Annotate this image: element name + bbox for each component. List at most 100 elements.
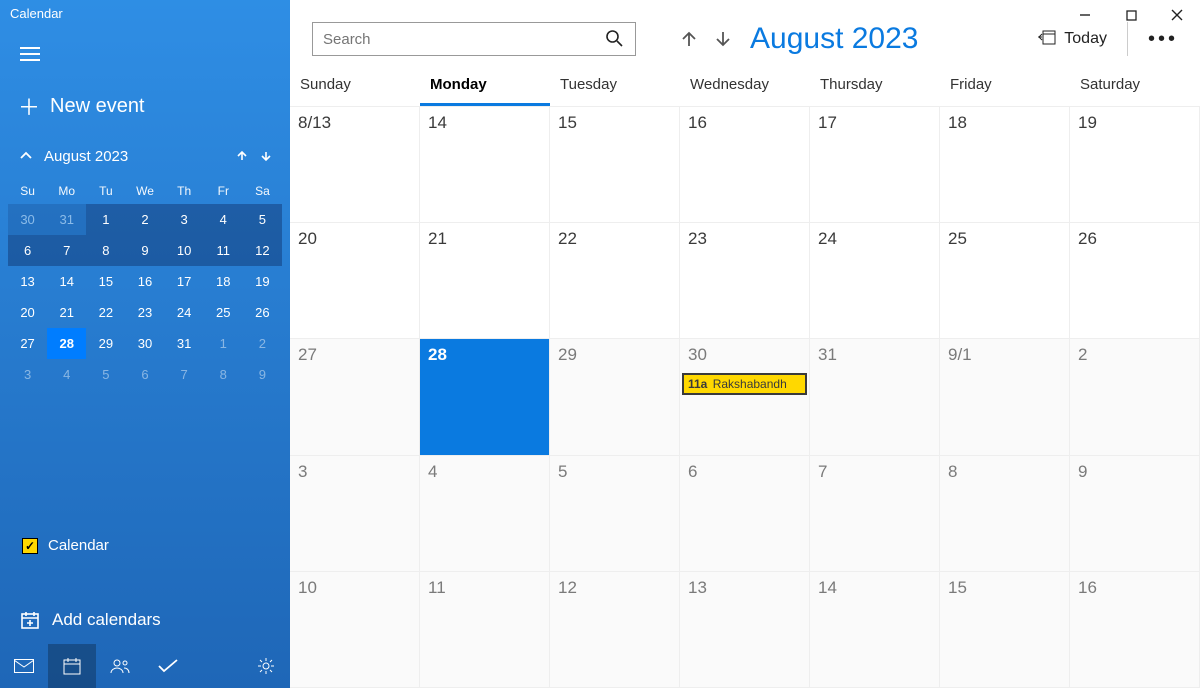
mini-day[interactable]: 4 bbox=[204, 204, 243, 235]
settings-icon[interactable] bbox=[242, 644, 290, 688]
day-cell[interactable]: 25 bbox=[940, 223, 1070, 339]
weekday-label[interactable]: Friday bbox=[940, 66, 1070, 106]
day-cell[interactable]: 24 bbox=[810, 223, 940, 339]
weekday-label[interactable]: Thursday bbox=[810, 66, 940, 106]
day-cell[interactable]: 16 bbox=[1070, 572, 1200, 688]
day-cell[interactable]: 28 bbox=[420, 339, 550, 455]
day-cell[interactable]: 8 bbox=[940, 456, 1070, 572]
mini-day[interactable]: 14 bbox=[47, 266, 86, 297]
day-cell[interactable]: 20 bbox=[290, 223, 420, 339]
mini-day[interactable]: 7 bbox=[165, 359, 204, 390]
todo-icon[interactable] bbox=[144, 644, 192, 688]
weekday-label[interactable]: Wednesday bbox=[680, 66, 810, 106]
mini-day[interactable]: 13 bbox=[8, 266, 47, 297]
mini-day[interactable]: 4 bbox=[47, 359, 86, 390]
day-cell[interactable]: 15 bbox=[550, 107, 680, 223]
mini-day[interactable]: 19 bbox=[243, 266, 282, 297]
chevron-up-icon[interactable] bbox=[12, 142, 40, 170]
day-cell[interactable]: 18 bbox=[940, 107, 1070, 223]
month-title[interactable]: August 2023 bbox=[750, 22, 918, 56]
minimize-icon[interactable] bbox=[1062, 0, 1108, 30]
mini-day[interactable]: 27 bbox=[8, 328, 47, 359]
calendar-event[interactable]: 11a Rakshabandh bbox=[682, 373, 807, 395]
calendar-icon[interactable] bbox=[48, 644, 96, 688]
mini-next-icon[interactable] bbox=[254, 144, 278, 168]
calendar-toggle[interactable]: ✓ Calendar bbox=[0, 525, 290, 566]
mini-day[interactable]: 11 bbox=[204, 235, 243, 266]
day-cell[interactable]: 3 bbox=[290, 456, 420, 572]
mini-day[interactable]: 7 bbox=[47, 235, 86, 266]
day-cell[interactable]: 5 bbox=[550, 456, 680, 572]
search-box[interactable] bbox=[312, 22, 636, 56]
day-cell[interactable]: 14 bbox=[420, 107, 550, 223]
mini-day[interactable]: 26 bbox=[243, 297, 282, 328]
day-cell[interactable]: 14 bbox=[810, 572, 940, 688]
weekday-label[interactable]: Sunday bbox=[290, 66, 420, 106]
mini-day[interactable]: 30 bbox=[8, 204, 47, 235]
mini-day[interactable]: 5 bbox=[86, 359, 125, 390]
add-calendars-button[interactable]: Add calendars bbox=[0, 596, 290, 644]
day-cell[interactable]: 3011a Rakshabandh bbox=[680, 339, 810, 455]
mini-day[interactable]: 31 bbox=[47, 204, 86, 235]
day-cell[interactable]: 13 bbox=[680, 572, 810, 688]
mini-prev-icon[interactable] bbox=[230, 144, 254, 168]
mini-day[interactable]: 18 bbox=[204, 266, 243, 297]
day-cell[interactable]: 19 bbox=[1070, 107, 1200, 223]
day-cell[interactable]: 22 bbox=[550, 223, 680, 339]
mini-day[interactable]: 25 bbox=[204, 297, 243, 328]
mini-day[interactable]: 1 bbox=[204, 328, 243, 359]
mini-month-label[interactable]: August 2023 bbox=[44, 148, 230, 165]
more-icon[interactable]: ••• bbox=[1140, 28, 1186, 51]
mini-day[interactable]: 29 bbox=[86, 328, 125, 359]
mini-day[interactable]: 24 bbox=[165, 297, 204, 328]
mini-day[interactable]: 12 bbox=[243, 235, 282, 266]
maximize-icon[interactable] bbox=[1108, 0, 1154, 30]
prev-month-icon[interactable] bbox=[672, 22, 706, 56]
mini-day[interactable]: 2 bbox=[125, 204, 164, 235]
day-cell[interactable]: 21 bbox=[420, 223, 550, 339]
weekday-label[interactable]: Saturday bbox=[1070, 66, 1200, 106]
mini-day[interactable]: 8 bbox=[86, 235, 125, 266]
mini-day[interactable]: 6 bbox=[125, 359, 164, 390]
mini-day[interactable]: 17 bbox=[165, 266, 204, 297]
next-month-icon[interactable] bbox=[706, 22, 740, 56]
mini-day[interactable]: 23 bbox=[125, 297, 164, 328]
day-cell[interactable]: 7 bbox=[810, 456, 940, 572]
mini-day[interactable]: 22 bbox=[86, 297, 125, 328]
mini-day[interactable]: 16 bbox=[125, 266, 164, 297]
mini-day[interactable]: 28 bbox=[47, 328, 86, 359]
mini-day[interactable]: 5 bbox=[243, 204, 282, 235]
mini-day[interactable]: 2 bbox=[243, 328, 282, 359]
mini-day[interactable]: 10 bbox=[165, 235, 204, 266]
mini-day[interactable]: 3 bbox=[8, 359, 47, 390]
day-cell[interactable]: 4 bbox=[420, 456, 550, 572]
day-cell[interactable]: 11 bbox=[420, 572, 550, 688]
search-input[interactable] bbox=[323, 31, 605, 48]
mini-day[interactable]: 6 bbox=[8, 235, 47, 266]
day-cell[interactable]: 31 bbox=[810, 339, 940, 455]
mini-day[interactable]: 31 bbox=[165, 328, 204, 359]
mini-day[interactable]: 3 bbox=[165, 204, 204, 235]
day-cell[interactable]: 26 bbox=[1070, 223, 1200, 339]
search-icon[interactable] bbox=[605, 29, 625, 49]
weekday-label[interactable]: Tuesday bbox=[550, 66, 680, 106]
mini-day[interactable]: 21 bbox=[47, 297, 86, 328]
day-cell[interactable]: 9/1 bbox=[940, 339, 1070, 455]
mini-day[interactable]: 1 bbox=[86, 204, 125, 235]
day-cell[interactable]: 23 bbox=[680, 223, 810, 339]
people-icon[interactable] bbox=[96, 644, 144, 688]
day-cell[interactable]: 10 bbox=[290, 572, 420, 688]
mini-day[interactable]: 30 bbox=[125, 328, 164, 359]
weekday-label[interactable]: Monday bbox=[420, 66, 550, 106]
mini-day[interactable]: 8 bbox=[204, 359, 243, 390]
new-event-button[interactable]: ＋ New event bbox=[0, 78, 290, 134]
day-cell[interactable]: 17 bbox=[810, 107, 940, 223]
day-cell[interactable]: 6 bbox=[680, 456, 810, 572]
mini-day[interactable]: 9 bbox=[243, 359, 282, 390]
day-cell[interactable]: 12 bbox=[550, 572, 680, 688]
day-cell[interactable]: 29 bbox=[550, 339, 680, 455]
day-cell[interactable]: 2 bbox=[1070, 339, 1200, 455]
day-cell[interactable]: 8/13 bbox=[290, 107, 420, 223]
day-cell[interactable]: 27 bbox=[290, 339, 420, 455]
hamburger-menu-icon[interactable] bbox=[10, 34, 50, 74]
